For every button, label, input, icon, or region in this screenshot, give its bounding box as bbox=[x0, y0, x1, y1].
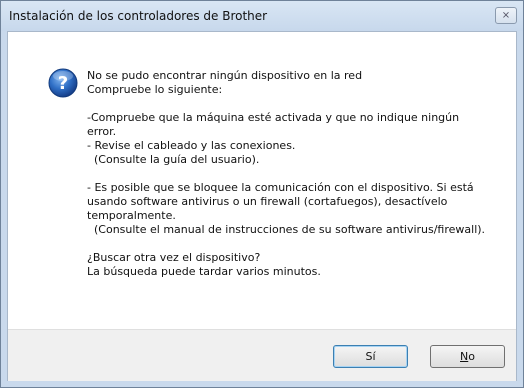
window-title: Instalación de los controladores de Brot… bbox=[9, 9, 268, 23]
question-icon: ? bbox=[48, 68, 78, 98]
close-icon: ⨯ bbox=[501, 10, 511, 21]
close-button[interactable]: ⨯ bbox=[495, 7, 517, 24]
message-line: ¿Buscar otra vez el dispositivo? bbox=[87, 251, 261, 264]
message-line: temporalmente. bbox=[87, 209, 176, 222]
message-area: ? No se pudo encontrar ningún dispositiv… bbox=[8, 32, 516, 329]
message-line: - Revise el cableado y las conexiones. bbox=[87, 139, 296, 152]
no-button[interactable]: No bbox=[430, 345, 505, 368]
yes-button[interactable]: Sí bbox=[333, 345, 408, 368]
no-button-label: o bbox=[468, 350, 475, 363]
no-button-mnemonic: N bbox=[460, 350, 469, 363]
message-text: No se pudo encontrar ningún dispositivo … bbox=[87, 69, 512, 279]
message-line: Compruebe lo siguiente: bbox=[87, 83, 223, 96]
message-line: -Compruebe que la máquina esté activada … bbox=[87, 111, 460, 124]
question-glyph: ? bbox=[58, 73, 68, 94]
message-line: La búsqueda puede tardar varios minutos. bbox=[87, 265, 321, 278]
message-line: No se pudo encontrar ningún dispositivo … bbox=[87, 69, 363, 82]
message-line: (Consulte el manual de instrucciones de … bbox=[87, 223, 486, 236]
dialog-client-area: ? No se pudo encontrar ningún dispositiv… bbox=[7, 31, 517, 381]
message-line: usando software antivirus o un firewall … bbox=[87, 195, 448, 208]
message-line: (Consulte la guía del usuario). bbox=[87, 153, 260, 166]
message-line: - Es posible que se bloquee la comunicac… bbox=[87, 181, 474, 194]
button-bar: Sí No bbox=[8, 329, 516, 381]
title-bar[interactable]: Instalación de los controladores de Brot… bbox=[1, 1, 523, 31]
dialog-window: Instalación de los controladores de Brot… bbox=[0, 0, 524, 388]
message-line: error. bbox=[87, 125, 117, 138]
